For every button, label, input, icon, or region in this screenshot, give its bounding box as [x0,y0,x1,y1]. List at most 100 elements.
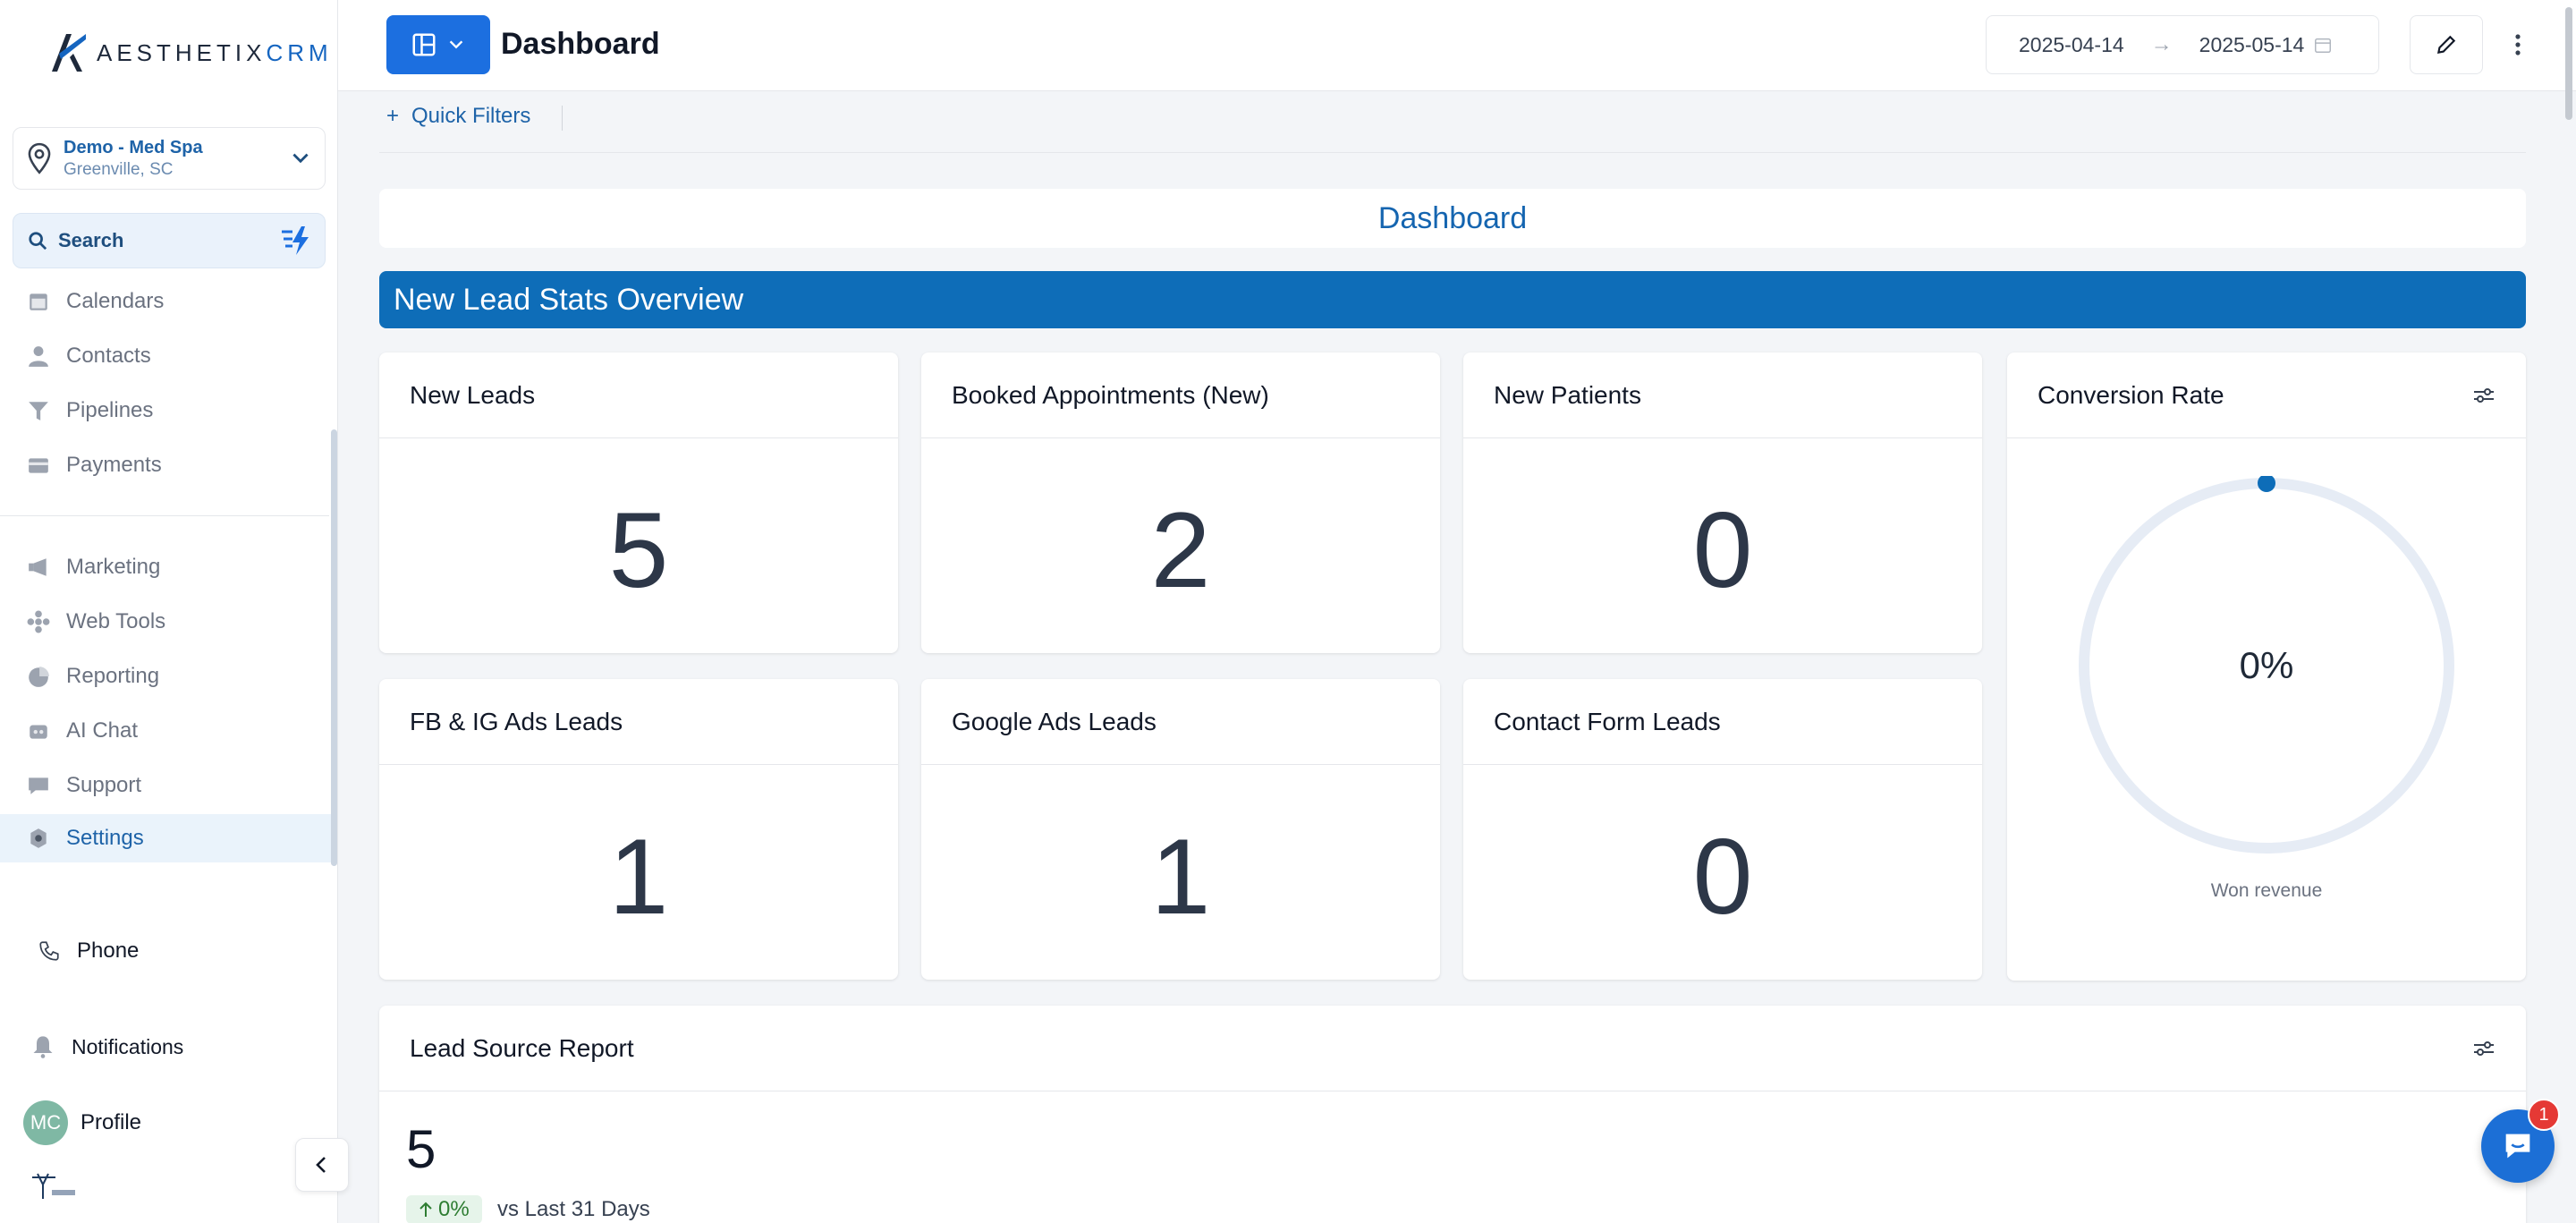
pencil-icon [2436,35,2456,55]
phone-button[interactable]: Phone [38,938,139,964]
card-value: 5 [608,490,669,610]
fb-ig-ads-leads-card[interactable]: FB & IG Ads Leads 1 [379,679,898,980]
sidebar-item-contacts[interactable]: Contacts [13,332,326,380]
arrow-up-icon [419,1202,432,1217]
card-value: 0 [1692,817,1753,937]
logo-text: AESTHETIXCRM [97,38,333,66]
search-button[interactable]: Search [13,213,326,268]
dashboard-banner: Dashboard [379,189,2526,248]
search-icon [29,232,47,251]
collapse-sidebar-button[interactable] [295,1138,349,1192]
sidebar-item-label: Calendars [66,289,165,313]
date-range-picker[interactable]: 2025-04-14 → 2025-05-14 [1986,15,2379,74]
card-title: Conversion Rate [2038,380,2224,409]
person-icon [25,343,52,369]
lightning-icon[interactable] [278,223,314,259]
sidebar-item-label: AI Chat [66,718,139,743]
page-scrollbar[interactable] [2565,7,2572,120]
app-logo[interactable]: AESTHETIXCRM [50,30,333,75]
card-title: FB & IG Ads Leads [410,707,623,735]
filter-divider [379,152,2526,153]
filter-settings-icon[interactable] [2472,386,2496,405]
gauge-caption: Won revenue [2210,880,2323,901]
phone-label: Phone [77,938,140,963]
card-value: 1 [1150,817,1211,937]
quick-filters-button[interactable]: + Quick Filters [386,104,530,129]
more-options-button[interactable] [2504,27,2531,63]
new-leads-card[interactable]: New Leads 5 [379,352,898,653]
sidebar-item-label: Pipelines [66,398,154,422]
change-value: 0% [438,1197,470,1221]
location-city: Greenville, SC [64,159,174,179]
card-title: Lead Source Report [410,1033,634,1062]
gauge-indicator [2258,476,2275,492]
bell-icon [33,1036,53,1058]
card-title: Contact Form Leads [1494,707,1721,735]
profile-button[interactable]: MC Profile [23,1100,141,1145]
sidebar-item-label: Reporting [66,664,160,688]
layout-switcher-button[interactable] [386,15,490,74]
search-label: Search [58,229,124,251]
chevron-down-icon [292,153,309,164]
edit-dashboard-button[interactable] [2410,15,2483,74]
filter-separator [562,106,563,131]
profile-label: Profile [80,1110,142,1134]
card-title: Booked Appointments (New) [952,380,1269,409]
card-title: Google Ads Leads [952,707,1157,735]
conversion-gauge: 0% [2079,476,2454,854]
card-icon [25,452,52,479]
google-ads-leads-card[interactable]: Google Ads Leads 1 [921,679,1440,980]
calendar-icon [2315,38,2332,53]
location-name: Demo - Med Spa [64,137,203,157]
sidebar-item-ai-chat[interactable]: AI Chat [13,707,326,755]
sidebar-item-label: Marketing [66,555,161,579]
chevron-left-icon [316,1157,326,1173]
robot-icon [25,718,52,744]
sidebar-item-label: Settings [66,826,144,850]
new-patients-card[interactable]: New Patients 0 [1463,352,1982,653]
sidebar-scrollbar[interactable] [331,429,337,866]
sidebar-item-marketing[interactable]: Marketing [13,543,326,591]
quick-filters-label: Quick Filters [411,104,531,128]
lead-source-report-card[interactable]: Lead Source Report [379,1006,2526,1223]
sidebar: AESTHETIXCRM Demo - Med Spa Greenville, … [0,0,349,1223]
booked-appointments-card[interactable]: Booked Appointments (New) 2 [921,352,1440,653]
gauge-value: 0% [2240,644,2294,686]
notifications-button[interactable]: Notifications [30,1034,183,1059]
sidebar-divider [0,515,329,516]
sidebar-item-calendars[interactable]: Calendars [13,277,326,326]
pie-chart-icon [25,663,52,690]
sidebar-item-settings[interactable]: Settings [0,814,331,862]
plus-icon: + [386,104,400,128]
funnel-icon [25,397,52,424]
card-title: New Patients [1494,380,1641,409]
sidebar-item-web-tools[interactable]: Web Tools [13,598,326,646]
card-title: New Leads [410,380,536,409]
top-header: Dashboard 2025-04-14 → 2025-05-14 [338,0,2576,91]
location-switcher[interactable]: Demo - Med Spa Greenville, SC [13,127,326,190]
contact-form-leads-card[interactable]: Contact Form Leads 0 [1463,679,1982,980]
comparison-label: vs Last 31 Days [497,1197,650,1221]
notifications-label: Notifications [72,1034,184,1058]
grid-icon [25,608,52,635]
card-value: 1 [608,817,669,937]
chat-icon [2505,1134,2530,1159]
calendar-icon [25,288,52,315]
sidebar-item-reporting[interactable]: Reporting [13,652,326,701]
sidebar-item-label: Payments [66,453,162,477]
compliance-logo-icon [32,1173,75,1199]
date-from[interactable]: 2025-04-14 [2019,33,2124,57]
chat-notification-badge: 1 [2528,1099,2560,1131]
sidebar-item-payments[interactable]: Payments [13,441,326,489]
sidebar-item-pipelines[interactable]: Pipelines [13,386,326,435]
layout-icon [412,33,436,56]
phone-icon [39,941,59,961]
date-to[interactable]: 2025-05-14 [2199,33,2305,57]
chevron-down-icon [449,40,463,49]
arrow-right-icon: → [2150,32,2173,56]
change-badge: 0% [406,1195,482,1223]
filter-settings-icon[interactable] [2472,1039,2496,1058]
sidebar-item-support[interactable]: Support [13,761,326,810]
avatar: MC [23,1100,68,1145]
logo-mark-icon [52,34,86,72]
